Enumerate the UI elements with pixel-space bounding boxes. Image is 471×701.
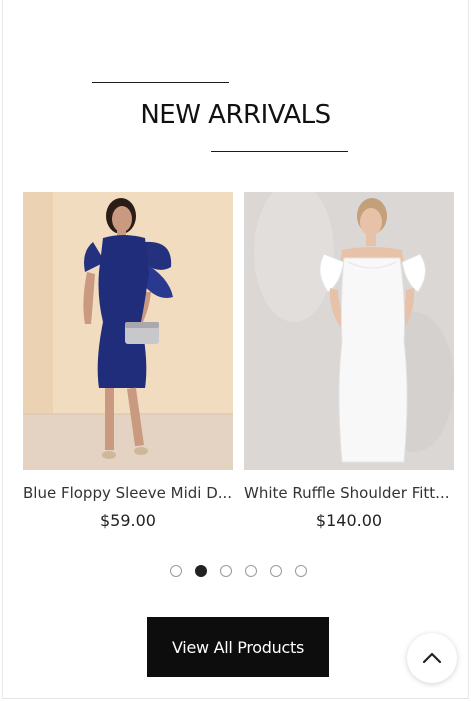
carousel-dot[interactable] — [270, 565, 282, 577]
carousel-dot[interactable] — [295, 565, 307, 577]
carousel-dot[interactable] — [220, 565, 232, 577]
carousel-dot[interactable] — [245, 565, 257, 577]
title-rule-top — [92, 82, 229, 83]
product-card[interactable]: Blue Floppy Sleeve Midi D... $59.00 — [23, 192, 233, 532]
product-image[interactable] — [244, 192, 454, 470]
product-price: $140.00 — [315, 511, 383, 530]
chevron-up-icon — [422, 652, 442, 664]
section-title: NEW ARRIVALS — [140, 100, 331, 130]
product-name[interactable]: White Ruffle Shoulder Fitt... — [244, 482, 454, 504]
carousel-dot[interactable] — [170, 565, 182, 577]
carousel-pagination — [170, 565, 307, 577]
product-card[interactable]: White Ruffle Shoulder Fitt... $140.00 — [244, 192, 454, 532]
product-name[interactable]: Blue Floppy Sleeve Midi D... — [23, 482, 233, 504]
view-all-products-button[interactable]: View All Products — [147, 617, 329, 677]
back-to-top-button[interactable] — [407, 633, 457, 683]
carousel-dot[interactable] — [195, 565, 207, 577]
product-image[interactable] — [23, 192, 233, 470]
product-price: $59.00 — [100, 511, 156, 530]
title-rule-bottom — [211, 151, 348, 152]
